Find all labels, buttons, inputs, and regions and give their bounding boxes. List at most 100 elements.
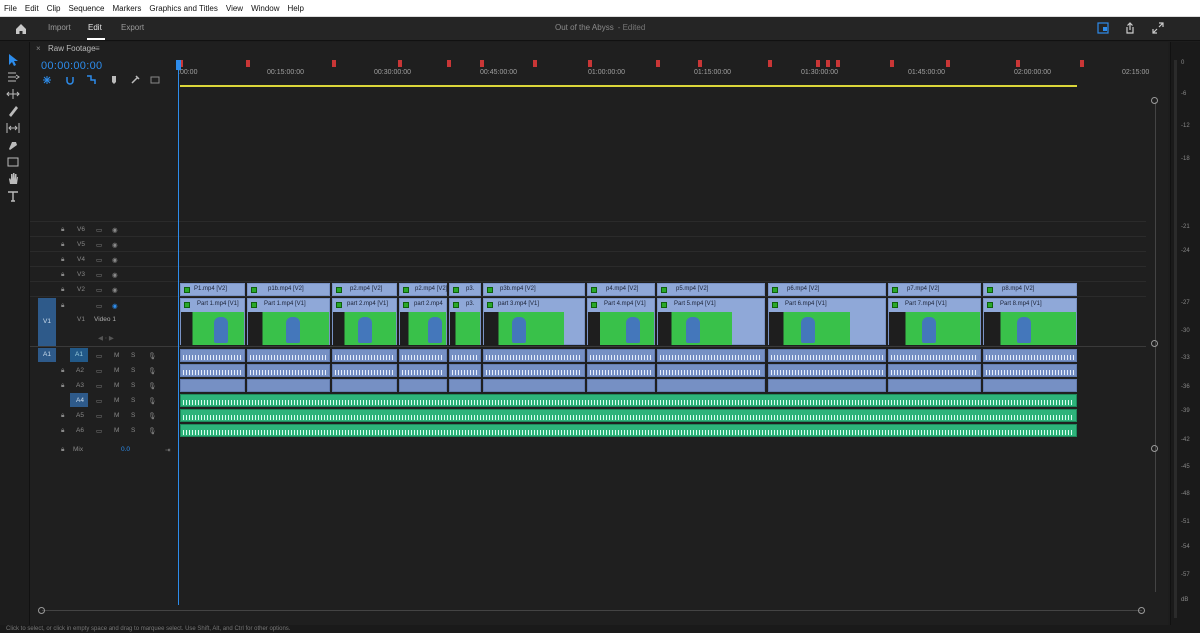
microphone-icon[interactable]: 🎙︎ <box>148 382 156 390</box>
scroll-handle-mid[interactable] <box>1151 340 1158 347</box>
time-ruler[interactable]: :00:00 00:15:00:00 00:30:00:00 00:45:00:… <box>178 56 1168 86</box>
lock-icon[interactable]: 🔒︎ <box>61 382 64 390</box>
clip-v2[interactable]: p2.mp4 [V2] <box>399 283 447 296</box>
audio-lane-a2[interactable] <box>178 364 1077 379</box>
marker[interactable] <box>447 60 451 67</box>
audio-lane-a4[interactable] <box>178 394 1077 409</box>
lock-icon[interactable]: 🔒︎ <box>61 271 64 279</box>
clip-v2[interactable]: p2.mp4 [V2] <box>332 283 397 296</box>
clip-v1[interactable]: part 2.mp4 [V1] <box>332 298 397 345</box>
eye-icon[interactable]: ◉ <box>112 226 118 234</box>
mute-button[interactable]: M <box>114 382 119 389</box>
sequence-tab[interactable]: Raw Footage <box>48 44 96 53</box>
menu-file[interactable]: File <box>0 4 21 13</box>
keyframe-nav-icon[interactable]: ◀ ◦ ▶ <box>98 334 114 342</box>
solo-button[interactable]: S <box>131 382 135 389</box>
clip-v2[interactable]: p3. <box>449 283 481 296</box>
track-target-a1[interactable]: A1 <box>70 348 88 362</box>
lock-icon[interactable]: 🔒︎ <box>61 446 64 454</box>
lock-icon[interactable]: 🔒︎ <box>61 367 64 375</box>
marker[interactable] <box>656 60 660 67</box>
sync-lock-icon[interactable]: ▭ <box>96 427 102 435</box>
menu-clip[interactable]: Clip <box>43 4 65 13</box>
playhead-line[interactable] <box>178 62 179 605</box>
mix-volume-value[interactable]: 0.0 <box>121 446 130 453</box>
sync-lock-icon[interactable]: ▭ <box>96 367 102 375</box>
razor-tool-icon[interactable] <box>6 104 20 118</box>
solo-button[interactable]: S <box>131 367 135 374</box>
mix-end-icon[interactable]: ⇥ <box>165 446 170 454</box>
mute-button[interactable]: M <box>114 427 119 434</box>
marker[interactable] <box>816 60 820 67</box>
mute-button[interactable]: M <box>114 397 119 404</box>
menu-markers[interactable]: Markers <box>109 4 146 13</box>
captions-icon[interactable] <box>150 75 160 85</box>
rectangle-tool-icon[interactable] <box>6 155 20 169</box>
marker[interactable] <box>836 60 840 67</box>
marker[interactable] <box>890 60 894 67</box>
home-icon[interactable] <box>14 22 28 36</box>
work-area-bar[interactable] <box>180 85 1077 87</box>
clip-v2[interactable]: P1.mp4 [V2] <box>180 283 245 296</box>
clip-v1[interactable]: Part 8.mp4 [V1] <box>983 298 1077 345</box>
marker[interactable] <box>246 60 250 67</box>
sync-lock-icon[interactable]: ▭ <box>96 382 102 390</box>
tab-export[interactable]: Export <box>121 23 144 32</box>
solo-button[interactable]: S <box>131 412 135 419</box>
scroll-handle-top[interactable] <box>1151 97 1158 104</box>
marker[interactable] <box>698 60 702 67</box>
marker[interactable] <box>398 60 402 67</box>
microphone-icon[interactable]: 🎙︎ <box>148 352 156 360</box>
slip-tool-icon[interactable] <box>6 121 20 135</box>
sync-lock-icon[interactable]: ▭ <box>96 226 102 234</box>
solo-button[interactable]: S <box>131 352 135 359</box>
eye-icon[interactable]: ◉ <box>112 271 118 279</box>
marker[interactable] <box>588 60 592 67</box>
lock-icon[interactable]: 🔒︎ <box>61 241 64 249</box>
zoom-handle-left[interactable] <box>38 607 45 614</box>
solo-button[interactable]: S <box>131 427 135 434</box>
nest-toggle-icon[interactable] <box>42 75 52 85</box>
clip-v2[interactable]: p3b.mp4 [V2] <box>483 283 585 296</box>
linked-selection-icon[interactable] <box>86 75 96 85</box>
clip-v1[interactable]: Part 6.mp4 [V1] <box>768 298 886 345</box>
clip-v1[interactable]: Part 1.mp4 [V1] <box>247 298 330 345</box>
mute-button[interactable]: M <box>114 367 119 374</box>
selection-tool-icon[interactable] <box>6 53 20 67</box>
snap-icon[interactable] <box>65 75 75 85</box>
sync-lock-icon[interactable]: ▭ <box>96 271 102 279</box>
share-icon[interactable] <box>1124 22 1136 34</box>
marker[interactable] <box>1080 60 1084 67</box>
marker[interactable] <box>768 60 772 67</box>
clip-v2[interactable]: p7.mp4 [V2] <box>888 283 981 296</box>
lock-icon[interactable]: 🔒︎ <box>61 427 64 435</box>
microphone-icon[interactable]: 🎙︎ <box>148 412 156 420</box>
lock-icon[interactable]: 🔒︎ <box>61 226 64 234</box>
quick-export-icon[interactable] <box>1097 22 1109 34</box>
menu-view[interactable]: View <box>222 4 247 13</box>
clip-v2[interactable]: p6.mp4 [V2] <box>768 283 886 296</box>
audio-lane-a3[interactable] <box>178 379 1077 394</box>
clip-v1[interactable]: part 3.mp4 [V1] <box>483 298 585 345</box>
lock-icon[interactable]: 🔒︎ <box>61 302 64 310</box>
lock-icon[interactable]: 🔒︎ <box>61 286 64 294</box>
clip-v2[interactable]: p1b.mp4 [V2] <box>247 283 330 296</box>
horizontal-scrollbar[interactable] <box>42 610 1142 611</box>
zoom-handle-right[interactable] <box>1138 607 1145 614</box>
audio-lane-a6[interactable] <box>178 424 1077 439</box>
lock-icon[interactable]: 🔒︎ <box>61 412 64 420</box>
marker[interactable] <box>332 60 336 67</box>
sync-lock-icon[interactable]: ▭ <box>96 397 102 405</box>
sync-lock-icon[interactable]: ▭ <box>96 412 102 420</box>
pen-tool-icon[interactable] <box>6 138 20 152</box>
sync-lock-icon[interactable]: ▭ <box>96 286 102 294</box>
playhead-timecode[interactable]: 00:00:00:00 <box>41 60 102 72</box>
lock-icon[interactable]: 🔒︎ <box>61 256 64 264</box>
menu-edit[interactable]: Edit <box>21 4 43 13</box>
clip-v1[interactable]: Part 7.mp4 [V1] <box>888 298 981 345</box>
eye-icon[interactable]: ◉ <box>112 302 118 310</box>
source-patch-v1[interactable]: V1 <box>38 298 56 346</box>
tab-edit[interactable]: Edit <box>88 23 102 32</box>
track-select-tool-icon[interactable] <box>6 70 20 84</box>
mute-button[interactable]: M <box>114 412 119 419</box>
